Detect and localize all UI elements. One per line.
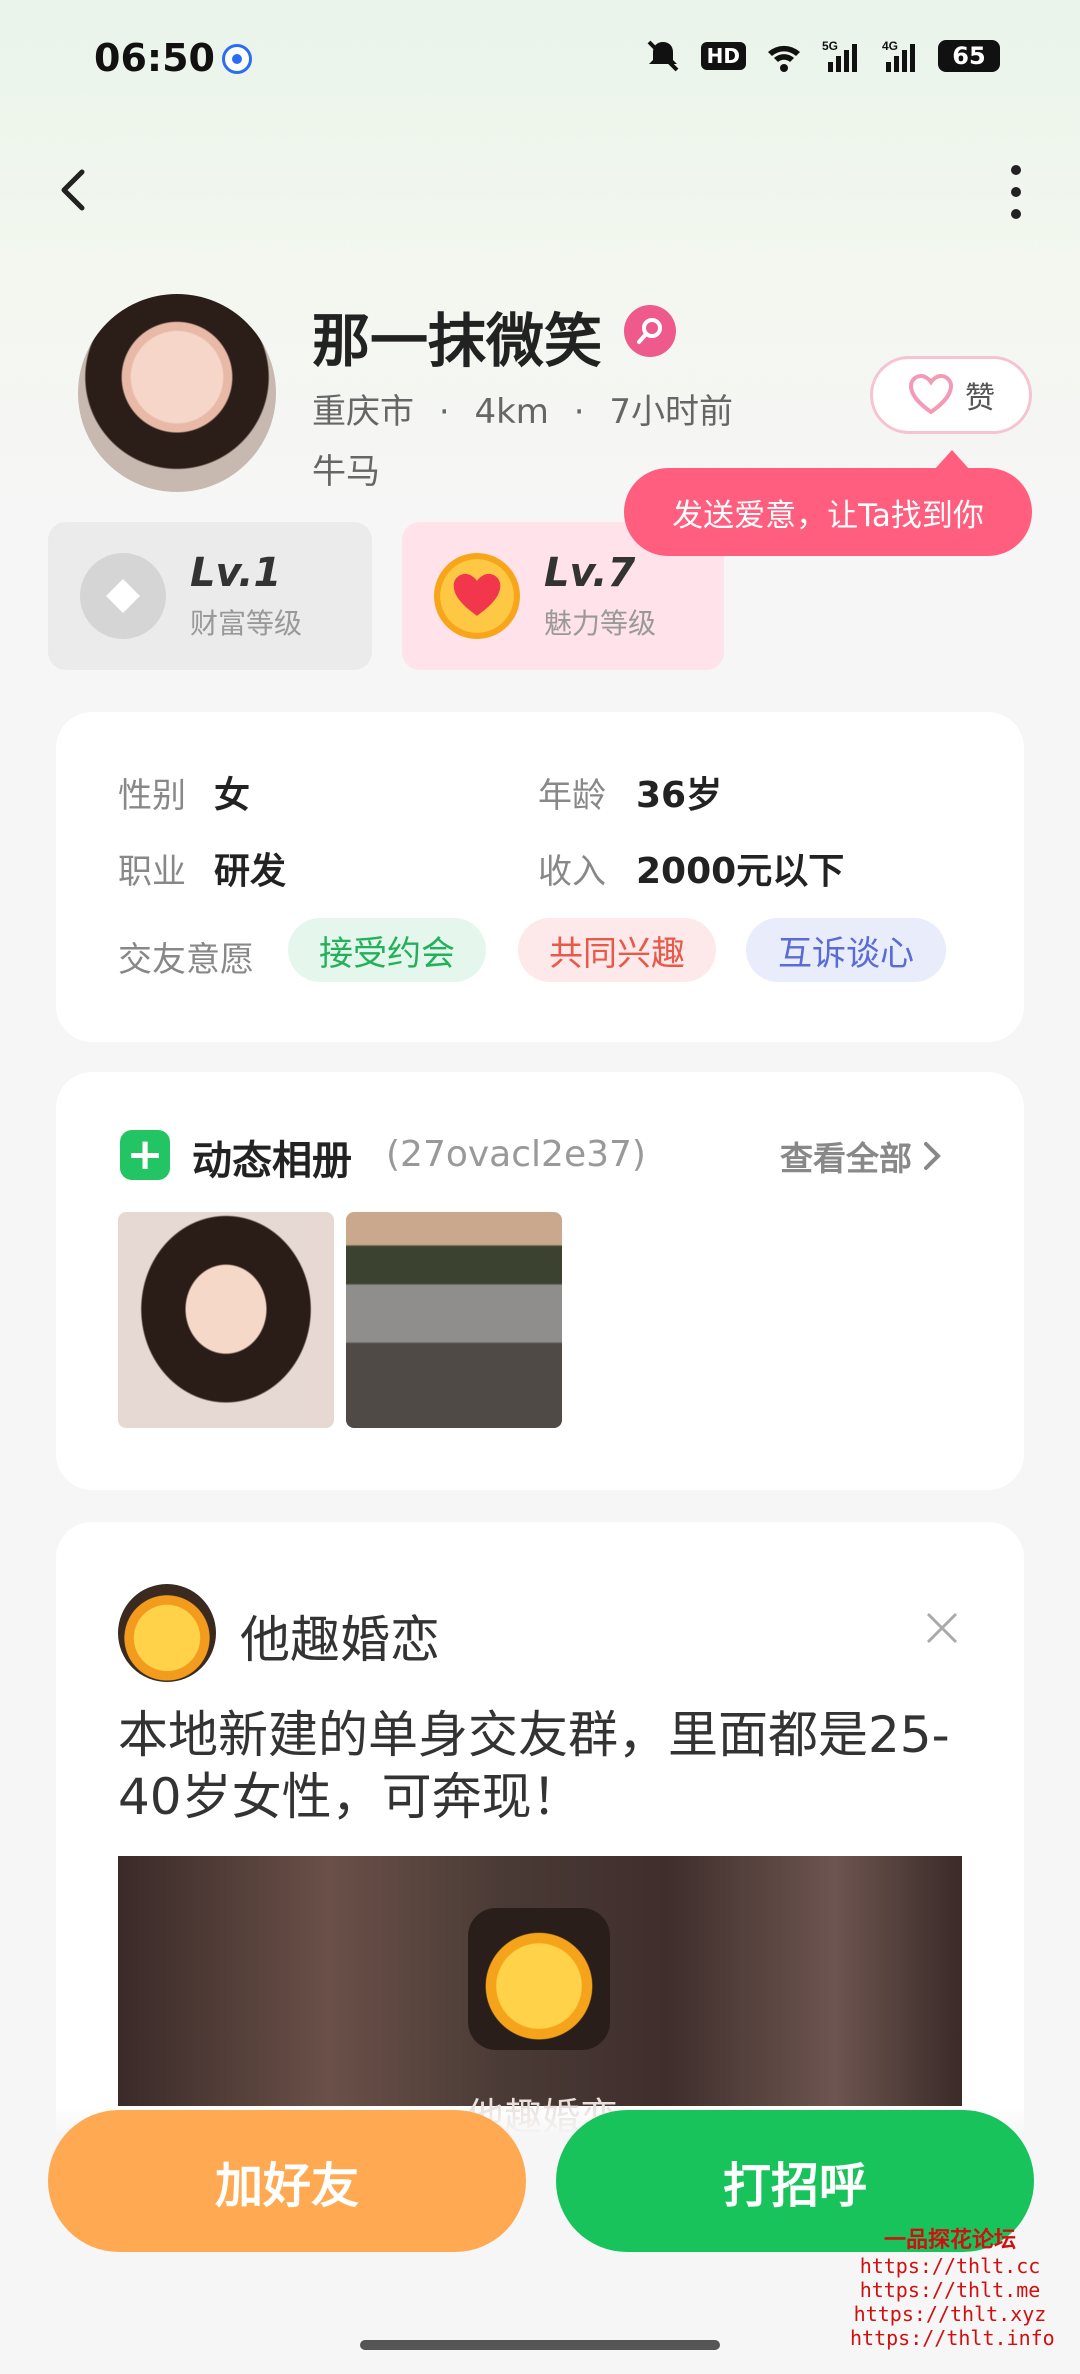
watermark-url: https://thlt.info: [850, 2326, 1055, 2350]
wifi-icon: [768, 45, 800, 72]
signal-4g-icon: 4G: [882, 39, 915, 72]
chevron-right-icon: [924, 1142, 941, 1170]
diamond-icon: [80, 553, 166, 639]
album-title: 动态相册: [192, 1138, 352, 1184]
heart-icon: [434, 553, 520, 639]
intent-tag: 互诉谈心: [746, 918, 946, 982]
watermark-url: https://thlt.cc: [859, 2254, 1041, 2278]
gender-value: 女: [214, 775, 251, 816]
mute-bell-icon: [647, 40, 679, 72]
svg-text:5G: 5G: [822, 39, 838, 53]
verified-badge-icon: [624, 305, 676, 357]
svg-text:4G: 4G: [882, 39, 898, 53]
wealth-level-card[interactable]: Lv.1 财富等级: [48, 522, 372, 670]
add-photo-button[interactable]: +: [120, 1130, 170, 1180]
intent-tag: 接受约会: [288, 918, 486, 982]
gender-label: 性别: [118, 776, 186, 816]
watermark-title: 一品探花论坛: [883, 2228, 1016, 2253]
intent-label: 交友意愿: [118, 940, 254, 980]
notification-app-icon: [222, 44, 252, 74]
charm-level-label: 魅力等级: [544, 607, 657, 640]
album-code: (27ovacl2e37): [386, 1134, 646, 1175]
intent-tag: 共同兴趣: [518, 918, 716, 982]
album-photo[interactable]: [118, 1212, 334, 1428]
age-label: 年龄: [538, 776, 606, 816]
ad-app-icon: [468, 1908, 610, 2050]
profile-meta: 重庆市 · 4km · 7小时前: [312, 392, 733, 432]
watermark: 一品探花论坛 https://thlt.cc https://thlt.me h…: [850, 2222, 1055, 2350]
profile-distance: 4km: [474, 392, 549, 432]
view-all-label: 查看全部: [780, 1139, 912, 1178]
status-icons: HD 5G 4G 65: [643, 38, 1000, 74]
wealth-level-value: Lv.1: [190, 550, 282, 596]
female-symbol-icon: [637, 318, 662, 344]
charm-level-value: Lv.7: [544, 550, 636, 596]
heart-outline-icon: [908, 374, 954, 415]
profile-name: 那一抹微笑: [312, 307, 603, 375]
hd-badge: HD: [700, 42, 746, 70]
profile-last-active: 7小时前: [609, 392, 733, 432]
income-label: 收入: [538, 852, 606, 892]
battery-indicator: 65: [938, 40, 1000, 72]
more-options-icon[interactable]: [996, 160, 1036, 224]
profile-avatar[interactable]: [78, 294, 276, 492]
ad-text: 本地新建的单身交友群，里面都是25-40岁女性，可奔现！: [118, 1706, 950, 1826]
signal-5g-icon: 5G: [822, 39, 857, 72]
like-button[interactable]: 赞: [870, 356, 1032, 434]
back-button[interactable]: [46, 160, 106, 220]
like-label: 赞: [965, 381, 995, 416]
job-value: 研发: [214, 851, 287, 892]
job-label: 职业: [118, 852, 186, 892]
status-time: 06:50: [94, 36, 215, 80]
watermark-url: https://thlt.xyz: [853, 2302, 1047, 2326]
profile-tag: 牛马: [312, 452, 380, 492]
age-value: 36岁: [636, 775, 723, 816]
wealth-level-label: 财富等级: [190, 607, 303, 640]
ad-brand-name: 他趣婚恋: [240, 1611, 440, 1669]
album-photo[interactable]: [346, 1212, 562, 1428]
add-friend-button[interactable]: 加好友: [48, 2110, 526, 2252]
like-tooltip: 发送爱意，让Ta找到你: [624, 450, 1032, 556]
home-indicator[interactable]: [360, 2340, 720, 2350]
close-icon[interactable]: [922, 1608, 962, 1648]
view-all-button[interactable]: 查看全部: [780, 1132, 942, 1180]
income-value: 2000元以下: [636, 851, 845, 892]
ad-brand-avatar: [118, 1584, 216, 1682]
watermark-url: https://thlt.me: [859, 2278, 1041, 2302]
profile-city: 重庆市: [312, 392, 414, 432]
